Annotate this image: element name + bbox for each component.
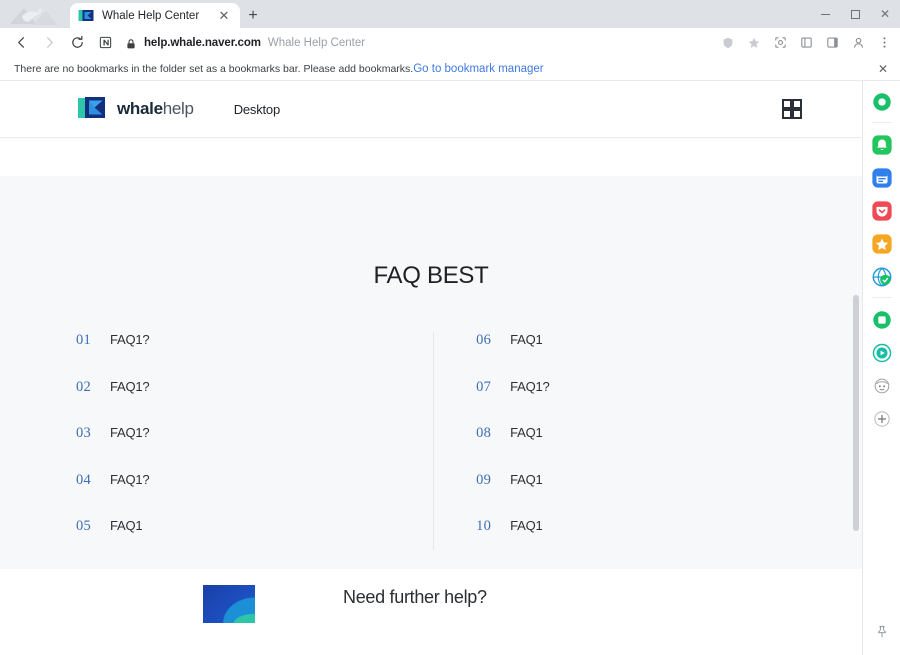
pocket-icon[interactable] xyxy=(870,199,894,223)
menu-dots-icon[interactable] xyxy=(872,31,896,55)
faq-item-number: 04 xyxy=(76,471,92,488)
sidebar-divider xyxy=(871,122,892,123)
faq-column-left: 01 FAQ1? 02 FAQ1? 03 FAQ1? 04 FAQ1? 05 F… xyxy=(0,332,431,565)
browser-tab[interactable]: Whale Help Center ✕ xyxy=(70,3,240,28)
faq-item[interactable]: 09 FAQ1 xyxy=(476,472,862,519)
capture-icon[interactable] xyxy=(870,308,894,332)
shield-icon[interactable] xyxy=(716,31,740,55)
faq-item[interactable]: 03 FAQ1? xyxy=(76,425,431,472)
tab-close-icon[interactable]: ✕ xyxy=(216,8,232,24)
nav-item-desktop[interactable]: Desktop xyxy=(234,102,280,117)
maximize-button[interactable] xyxy=(840,0,870,28)
faq-item[interactable]: 10 FAQ1 xyxy=(476,518,862,565)
close-button[interactable]: ✕ xyxy=(870,0,900,28)
faq-column-divider xyxy=(433,332,434,550)
add-extension-icon[interactable] xyxy=(870,407,894,431)
faq-item-number: 01 xyxy=(76,332,92,348)
faq-item[interactable]: 04 FAQ1? xyxy=(76,472,431,519)
faq-item-number: 07 xyxy=(476,378,492,395)
reload-button[interactable] xyxy=(65,31,89,55)
faq-item-question: FAQ1? xyxy=(110,332,150,347)
apps-grid-icon[interactable] xyxy=(780,97,804,121)
minimize-button[interactable] xyxy=(810,0,840,28)
qr-capture-icon[interactable] xyxy=(768,31,792,55)
profile-icon[interactable] xyxy=(846,31,870,55)
browser-window: Whale Help Center ✕ + ✕ help.whale.naver… xyxy=(0,0,900,655)
sidebar-divider xyxy=(871,297,892,298)
bookmark-notice-bar: There are no bookmarks in the folder set… xyxy=(0,57,900,81)
notification-bell-icon[interactable] xyxy=(870,133,894,157)
pin-icon[interactable] xyxy=(871,621,893,643)
header-spacer xyxy=(0,138,862,176)
split-view-icon[interactable] xyxy=(820,31,844,55)
address-page-title: Whale Help Center xyxy=(267,36,366,49)
faq-item-question: FAQ1? xyxy=(510,378,550,394)
faq-item-question: FAQ1? xyxy=(110,425,150,440)
whale-help-logo-icon xyxy=(78,96,106,122)
faq-columns: 01 FAQ1? 02 FAQ1? 03 FAQ1? 04 FAQ1? 05 F… xyxy=(0,332,862,565)
whale-favicon-icon xyxy=(78,8,94,24)
faq-item-number: 09 xyxy=(476,471,492,488)
notes-icon[interactable] xyxy=(870,166,894,190)
brand-name-light: help xyxy=(162,99,194,118)
new-tab-button[interactable]: + xyxy=(243,6,263,26)
window-controls: ✕ xyxy=(810,0,900,28)
favorites-star-icon[interactable] xyxy=(870,232,894,256)
faq-item-number: 10 xyxy=(476,518,492,534)
browser-toolbar: help.whale.naver.com Whale Help Center xyxy=(0,28,900,57)
lock-icon xyxy=(125,37,137,49)
further-help-heading: Need further help? xyxy=(343,587,487,607)
page-viewport: whalehelp Desktop FAQ BEST 01 FAQ1? 02 F… xyxy=(0,81,862,655)
video-player-icon[interactable] xyxy=(870,341,894,365)
whale-watermark-icon xyxy=(10,8,58,25)
faq-item-question: FAQ1? xyxy=(110,471,150,487)
faq-item[interactable]: 08 FAQ1 xyxy=(476,425,862,472)
character-icon[interactable] xyxy=(870,374,894,398)
faq-item-number: 02 xyxy=(76,378,92,395)
help-banner-image xyxy=(203,585,255,623)
brand-name-bold: whale xyxy=(117,99,163,118)
faq-item-question: FAQ1 xyxy=(510,332,543,347)
faq-item[interactable]: 02 FAQ1? xyxy=(76,379,431,426)
faq-item-number: 08 xyxy=(476,425,492,441)
faq-item-question: FAQ1 xyxy=(510,518,543,533)
faq-section: FAQ BEST 01 FAQ1? 02 FAQ1? 03 FAQ1? 04 F… xyxy=(0,176,862,569)
sidebar-panel-icon[interactable] xyxy=(794,31,818,55)
faq-item[interactable]: 06 FAQ1 xyxy=(476,332,862,379)
page-scrollbar-thumb[interactable] xyxy=(853,295,859,531)
whale-home-icon[interactable] xyxy=(870,90,894,114)
site-brand[interactable]: whalehelp xyxy=(78,96,194,122)
faq-item-number: 05 xyxy=(76,518,92,534)
tab-title: Whale Help Center xyxy=(102,9,200,22)
toolbar-actions xyxy=(714,31,896,55)
faq-item-question: FAQ1? xyxy=(110,378,150,394)
bookmark-notice-close-icon[interactable]: ✕ xyxy=(878,62,888,76)
translate-icon[interactable] xyxy=(870,265,894,289)
address-bar[interactable]: help.whale.naver.com Whale Help Center xyxy=(125,31,708,55)
naver-button[interactable] xyxy=(93,31,117,55)
faq-item-question: FAQ1 xyxy=(510,471,543,487)
forward-button[interactable] xyxy=(37,31,61,55)
site-header: whalehelp Desktop xyxy=(0,81,862,138)
address-host: help.whale.naver.com xyxy=(144,36,261,49)
faq-item[interactable]: 05 FAQ1 xyxy=(76,518,431,565)
title-bar: Whale Help Center ✕ + ✕ xyxy=(0,0,900,28)
faq-item-number: 06 xyxy=(476,332,492,348)
faq-item-number: 03 xyxy=(76,425,92,441)
bookmark-notice-text: There are no bookmarks in the folder set… xyxy=(14,62,414,75)
back-button[interactable] xyxy=(9,31,33,55)
faq-item-question: FAQ1 xyxy=(510,425,543,440)
whale-sidebar xyxy=(862,81,900,655)
further-help-section: Need further help? xyxy=(0,569,862,655)
faq-title: FAQ BEST xyxy=(373,262,489,289)
faq-item[interactable]: 07 FAQ1? xyxy=(476,379,862,426)
faq-column-right: 06 FAQ1 07 FAQ1? 08 FAQ1 09 FAQ1 10 FAQ1 xyxy=(431,332,862,565)
faq-item[interactable]: 01 FAQ1? xyxy=(76,332,431,379)
bookmark-star-icon[interactable] xyxy=(742,31,766,55)
site-brand-text: whalehelp xyxy=(117,99,194,119)
bookmark-manager-link[interactable]: Go to bookmark manager xyxy=(413,63,543,75)
faq-item-question: FAQ1 xyxy=(110,518,143,533)
